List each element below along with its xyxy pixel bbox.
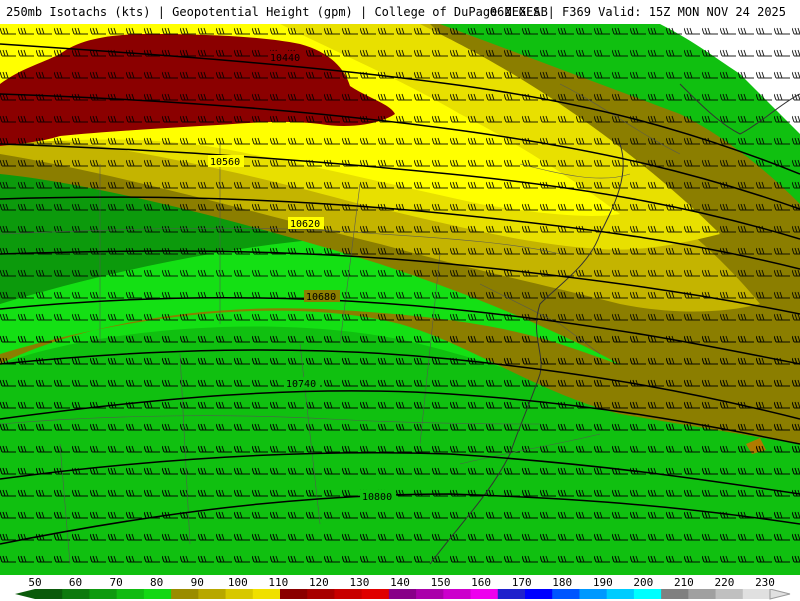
colorbar-swatch [470, 589, 499, 599]
colorbar-swatch [225, 589, 254, 599]
colorbar-swatch [715, 589, 744, 599]
header-bar: 250mb Isotachs (kts) | Geopotential Heig… [0, 0, 800, 24]
colorbar-swatch [116, 589, 145, 599]
colorbar-swatch [525, 589, 553, 599]
colorbar-swatch [89, 589, 118, 599]
colorbar-swatch [307, 589, 335, 599]
colorbar-swatch [497, 589, 526, 599]
contour-label-10620: 10620 [290, 219, 320, 230]
colorbar-swatch [361, 589, 390, 599]
colorbar-max-arrow [769, 589, 791, 600]
colorbar-swatch [35, 589, 63, 599]
colorbar-label: 190 [592, 576, 613, 589]
colorbar-swatch [334, 589, 363, 599]
colorbar-min-arrow [15, 589, 35, 599]
colorbar-label: 90 [190, 576, 204, 589]
colorbar-label: 130 [349, 576, 370, 589]
colorbar-label: 80 [150, 576, 164, 589]
map-title: 250mb Isotachs (kts) | Geopotential Heig… [6, 5, 548, 19]
colorbar-swatch [552, 589, 580, 599]
colorbar-swatch [579, 589, 608, 599]
colorbar-swatch [280, 589, 308, 599]
colorbar-swatch [416, 589, 444, 599]
colorbar-swatch [606, 589, 635, 599]
colorbar-label: 100 [227, 576, 248, 589]
colorbar-swatch [688, 589, 717, 599]
wind-barbs-layer-south [0, 324, 800, 575]
colorbar-swatch [661, 589, 689, 599]
colorbar-label: 220 [714, 576, 735, 589]
colorbar-label: 60 [68, 576, 83, 589]
colorbar-label: 210 [673, 576, 694, 589]
colorbar-label: 180 [552, 576, 573, 589]
colorbar-label: 140 [390, 576, 410, 589]
colorbar-swatch [388, 589, 417, 599]
colorbar-swatch [198, 589, 227, 599]
colorbar-swatch [633, 589, 662, 599]
contour-label-10740: 10740 [286, 379, 316, 390]
weather-map[interactable]: 10440 10560 10620 10680 10740 10800 [0, 24, 800, 575]
colorbar-swatch [143, 589, 172, 599]
colorbar-label: 160 [471, 576, 492, 589]
colorbar-swatch [443, 589, 472, 599]
colorbar-swatch [171, 589, 199, 599]
contour-label-10800: 10800 [362, 492, 392, 503]
colorbar-label: 110 [268, 576, 289, 589]
contour-label-10440: 10440 [270, 53, 300, 64]
contour-label-10560: 10560 [210, 157, 240, 168]
colorbar-label: 50 [28, 576, 42, 589]
colorbar-label: 120 [308, 576, 329, 589]
colorbar-label: 170 [511, 576, 532, 589]
colorbar-swatches [15, 589, 791, 600]
colorbar-label: 150 [430, 576, 451, 589]
colorbar-swatch [742, 589, 771, 599]
colorbar: 50 60 70 80 90 100 110 120 130 140 150 160 170 180 190… [0, 575, 800, 600]
colorbar-swatch [62, 589, 90, 599]
valid-time: 06Z GFS | F369 Valid: 15Z MON NOV 24 202… [489, 5, 786, 19]
contour-label-10680: 10680 [306, 292, 336, 303]
colorbar-label: 200 [633, 576, 654, 589]
colorbar-label: 230 [755, 576, 775, 589]
colorbar-label: 70 [109, 576, 123, 589]
colorbar-swatch [252, 589, 281, 599]
